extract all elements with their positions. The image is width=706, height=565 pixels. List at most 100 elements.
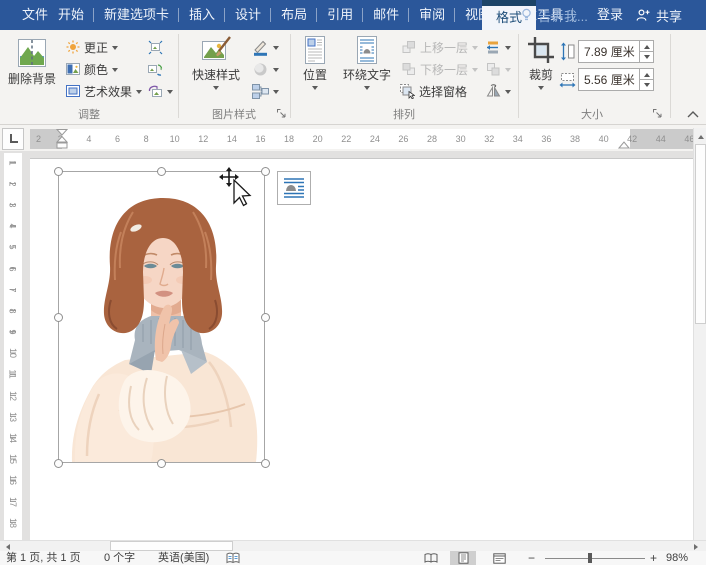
zoom-slider-track[interactable] [545,558,645,559]
ruler-number: 6 [8,266,18,271]
height-spin-up[interactable] [640,41,653,51]
picture-border-button[interactable] [252,37,279,57]
reset-picture-button[interactable] [148,81,173,101]
share-button[interactable]: 共享 [636,0,682,30]
language-status[interactable]: 英语(美国) [158,551,209,565]
collapse-ribbon-chevron-icon[interactable] [686,109,700,119]
selection-handle-top-left[interactable] [54,167,63,176]
align-dropdown-arrow[interactable] [505,46,511,53]
vertical-ruler[interactable]: 123456789101112131415161718 [4,153,22,540]
position-dropdown-arrow[interactable] [312,86,318,93]
right-indent-marker[interactable] [618,141,630,149]
ruler-number: 12 [8,391,18,401]
ribbon-tab[interactable]: 插入 [179,0,225,30]
print-layout-view-button[interactable] [450,551,476,565]
width-spin-up[interactable] [640,69,653,79]
shape-height-value[interactable]: 7.89 厘米 [579,43,639,60]
ruler-number: 34 [504,129,533,149]
selection-handle-top-right[interactable] [261,167,270,176]
ruler-number: 22 [332,129,361,149]
selection-handle-middle-right[interactable] [261,313,270,322]
zoom-out-button[interactable]: − [528,551,535,565]
change-picture-button[interactable] [148,59,163,79]
first-line-indent-marker[interactable] [57,130,67,136]
reset-picture-icon [148,84,163,99]
artistic-effects-dropdown-arrow[interactable] [136,90,142,97]
crop-dropdown-arrow[interactable] [538,86,544,93]
vertical-scrollbar[interactable] [693,128,706,540]
indent-markers[interactable] [56,129,68,149]
selection-handle-top-middle[interactable] [157,167,166,176]
picture-styles-dialog-launcher-icon[interactable] [276,108,287,119]
selection-pane-button[interactable]: 选择窗格 [400,81,467,101]
picture-layout-dropdown-arrow[interactable] [273,90,279,97]
ribbon-tab[interactable]: 邮件 [363,0,409,30]
proofing-status-icon[interactable] [226,552,240,565]
zoom-slider-thumb[interactable] [588,553,592,563]
ribbon-tab[interactable]: 开始 [48,0,94,30]
ribbon-tab[interactable]: 引用 [317,0,363,30]
corrections-button[interactable]: 更正 [66,37,118,57]
shape-width-field[interactable]: 5.56 厘米 [578,68,654,91]
height-spin-down[interactable] [640,51,653,62]
rotate-button[interactable] [486,81,511,101]
reset-picture-dropdown-arrow[interactable] [167,90,173,97]
send-backward-dropdown-arrow [472,68,478,75]
ruler-number: 8 [8,308,18,313]
page-number-status[interactable]: 第 1 页, 共 1 页 [6,551,81,565]
rotate-dropdown-arrow[interactable] [505,90,511,97]
picture-effects-button[interactable] [252,59,279,79]
picture-border-pen-icon [252,39,269,56]
selection-handle-middle-left[interactable] [54,313,63,322]
hanging-indent-marker[interactable] [57,137,67,143]
horizontal-scroll-thumb[interactable] [110,541,233,551]
selection-handle-bottom-left[interactable] [54,459,63,468]
color-button[interactable]: 颜色 [66,59,118,79]
ruler-number: 30 [446,129,475,149]
wrap-text-dropdown-arrow[interactable] [364,86,370,93]
selection-handle-bottom-middle[interactable] [157,459,166,468]
sign-in-button[interactable]: 登录 [597,0,623,30]
send-backward-icon [402,62,416,76]
selection-handle-bottom-right[interactable] [261,459,270,468]
ribbon-tab[interactable]: 新建选项卡 [94,0,179,30]
picture-selection-border[interactable] [58,171,265,463]
tab-stop-selector[interactable] [2,128,24,150]
zoom-in-button[interactable]: + [650,551,657,565]
quick-styles-dropdown-arrow[interactable] [213,86,219,93]
layout-options-button[interactable] [277,171,311,205]
picture-effects-dropdown-arrow[interactable] [273,68,279,75]
left-indent-marker[interactable] [57,143,67,148]
selection-pane-icon [400,84,415,99]
color-dropdown-arrow[interactable] [112,68,118,75]
artistic-effects-button[interactable]: 艺术效果 [66,81,142,101]
picture-layout-button[interactable] [252,81,279,101]
web-layout-view-button[interactable] [486,551,512,565]
ribbon-tab[interactable]: 布局 [271,0,317,30]
tell-me-box[interactable]: 告诉我... [520,0,588,30]
width-spin-down[interactable] [640,79,653,90]
ruler-number: 10 [160,129,189,149]
shape-height-field[interactable]: 7.89 厘米 [578,40,654,63]
vertical-scroll-thumb[interactable] [695,144,706,324]
read-mode-view-button[interactable] [418,551,444,565]
picture-border-dropdown-arrow[interactable] [273,46,279,53]
size-dialog-launcher-icon[interactable] [652,108,663,119]
align-button[interactable] [486,37,511,57]
zoom-level[interactable]: 98% [666,551,688,565]
quick-styles-icon [200,36,232,66]
ruler-number: 9 [8,330,18,335]
scroll-up-button[interactable] [694,128,706,143]
ruler-number: 38 [561,129,590,149]
ribbon-tab[interactable]: 审阅 [409,0,455,30]
word-count-status[interactable]: 0 个字 [104,551,135,565]
ruler-number: 4 [8,224,18,229]
ribbon-tab[interactable]: 设计 [225,0,271,30]
ruler-number: 28 [418,129,447,149]
horizontal-scrollbar[interactable] [0,540,706,551]
shape-width-value[interactable]: 5.56 厘米 [579,71,639,88]
compress-pictures-button[interactable] [148,37,163,57]
horizontal-ruler[interactable]: 2 24681012141618202224262830323436384042… [30,129,697,149]
position-label: 位置 [294,68,336,82]
corrections-dropdown-arrow[interactable] [112,46,118,53]
